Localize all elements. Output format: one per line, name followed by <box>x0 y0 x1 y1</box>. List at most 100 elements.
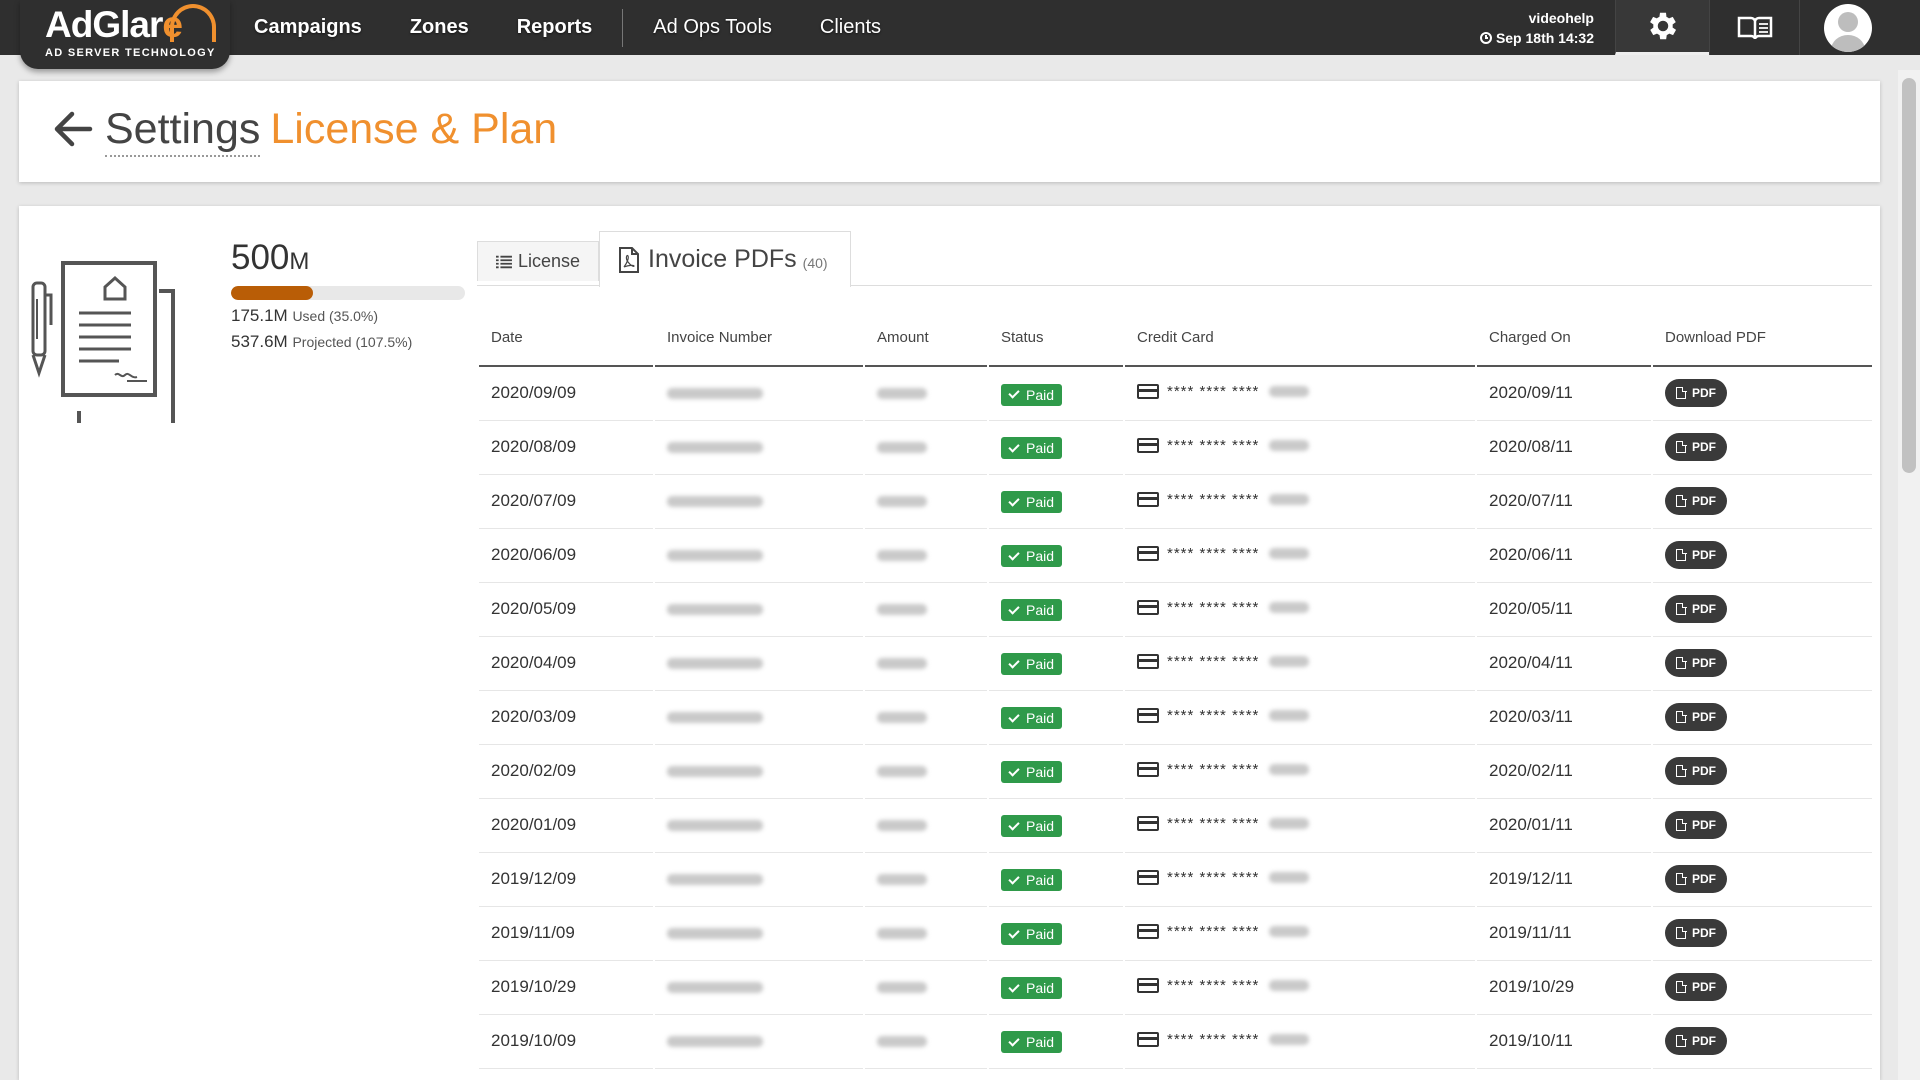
check-icon <box>1008 927 1020 939</box>
settings-tabs: License Invoice PDFs (40) <box>477 231 1872 287</box>
user-menu-button[interactable] <box>1799 0 1895 55</box>
credit-card-cell: **** **** **** <box>1125 420 1475 475</box>
card-mask: **** **** **** <box>1167 868 1260 886</box>
avatar <box>1823 3 1872 52</box>
page-title-license-plan: License & Plan <box>270 105 558 153</box>
check-icon <box>1008 819 1020 831</box>
download-cell: PDF <box>1653 852 1872 907</box>
check-icon <box>1008 765 1020 777</box>
download-pdf-button[interactable]: PDF <box>1665 1027 1727 1055</box>
back-button[interactable] <box>50 106 94 157</box>
download-pdf-button[interactable]: PDF <box>1665 919 1727 947</box>
book-icon <box>1737 16 1772 39</box>
scrollbar-thumb[interactable] <box>1902 78 1916 473</box>
check-icon <box>1008 495 1020 507</box>
card-mask: **** **** **** <box>1167 544 1260 562</box>
download-cell: PDF <box>1653 960 1872 1015</box>
credit-card-cell: **** **** **** <box>1125 690 1475 745</box>
page-title-settings[interactable]: Settings <box>105 105 261 157</box>
file-pdf-icon <box>619 246 639 273</box>
invoice-date: 2019/12/09 <box>479 852 653 907</box>
table-row: 2020/04/09 Paid **** **** **** 2020/04/11 PD… <box>479 636 1872 691</box>
invoice-status: Paid <box>989 906 1123 961</box>
nav-clients[interactable]: Clients <box>796 0 905 55</box>
download-pdf-button[interactable]: PDF <box>1665 487 1727 515</box>
col-credit-card: Credit Card <box>1125 310 1475 367</box>
credit-card-icon <box>1137 869 1159 885</box>
charged-on-date: 2019/12/11 <box>1477 852 1651 907</box>
status-badge: Paid <box>1001 761 1063 784</box>
invoice-date: 2020/06/09 <box>479 528 653 583</box>
invoice-date: 2019/10/29 <box>479 960 653 1015</box>
download-pdf-button[interactable]: PDF <box>1665 379 1727 408</box>
tab-license[interactable]: License <box>477 241 599 281</box>
nav-campaigns[interactable]: Campaigns <box>230 0 386 55</box>
file-icon <box>1676 764 1687 777</box>
download-pdf-button[interactable]: PDF <box>1665 973 1727 1001</box>
card-mask: **** **** **** <box>1167 814 1260 832</box>
nav-ad-ops-tools[interactable]: Ad Ops Tools <box>629 0 796 55</box>
brand-logo[interactable]: AdGlare AD SERVER TECHNOLOGY <box>20 0 230 69</box>
credit-card-cell: **** **** **** <box>1125 474 1475 529</box>
file-icon <box>1676 1034 1687 1047</box>
invoice-status: Paid <box>989 960 1123 1015</box>
download-pdf-button[interactable]: PDF <box>1665 811 1727 839</box>
file-icon <box>1676 926 1687 939</box>
usage-summary: 500M 175.1M Used (35.0%) 537.6M Projecte… <box>231 238 467 352</box>
usage-progress-fill <box>231 286 313 300</box>
settings-button[interactable] <box>1615 0 1709 55</box>
credit-card-icon <box>1137 599 1159 615</box>
table-row: 2020/07/09 Paid **** **** **** 2020/07/11 PD… <box>479 474 1872 529</box>
arrow-left-icon <box>54 111 93 147</box>
documentation-button[interactable] <box>1709 0 1799 55</box>
usage-progress-bar <box>231 286 465 300</box>
tab-invoice-pdfs[interactable]: Invoice PDFs (40) <box>599 231 851 287</box>
file-icon <box>1676 602 1687 615</box>
credit-card-cell: **** **** **** <box>1125 960 1475 1015</box>
credit-card-cell: **** **** **** <box>1125 582 1475 637</box>
nav-reports[interactable]: Reports <box>493 0 617 55</box>
download-pdf-button[interactable]: PDF <box>1665 541 1727 569</box>
credit-card-cell: **** **** **** <box>1125 852 1475 907</box>
invoice-status: Paid <box>989 1014 1123 1069</box>
card-mask: **** **** **** <box>1167 706 1260 724</box>
invoice-date: 2020/02/09 <box>479 744 653 799</box>
charged-on-date: 2020/04/11 <box>1477 636 1651 691</box>
credit-card-icon <box>1137 545 1159 561</box>
invoice-number-redacted <box>655 1014 863 1069</box>
table-row: 2019/10/29 Paid **** **** **** 2019/10/29 PD… <box>479 960 1872 1015</box>
download-pdf-button[interactable]: PDF <box>1665 865 1727 893</box>
charged-on-date: 2020/09/11 <box>1477 366 1651 421</box>
file-icon <box>1676 494 1687 507</box>
card-mask: **** **** **** <box>1167 1030 1260 1048</box>
download-pdf-button[interactable]: PDF <box>1665 595 1727 623</box>
download-cell: PDF <box>1653 366 1872 421</box>
download-pdf-button[interactable]: PDF <box>1665 757 1727 785</box>
invoice-status: Paid <box>989 420 1123 475</box>
invoice-amount-redacted <box>865 798 987 853</box>
status-badge: Paid <box>1001 977 1063 1000</box>
file-icon <box>1676 548 1687 561</box>
download-pdf-button[interactable]: PDF <box>1665 433 1727 461</box>
gear-icon <box>1649 12 1676 40</box>
invoice-status: Paid <box>989 798 1123 853</box>
charged-on-date: 2020/03/11 <box>1477 690 1651 745</box>
status-badge: Paid <box>1001 815 1063 838</box>
invoice-number-redacted <box>655 960 863 1015</box>
download-cell: PDF <box>1653 582 1872 637</box>
invoice-date: 2019/10/09 <box>479 1014 653 1069</box>
table-row: 2020/05/09 Paid **** **** **** 2020/05/11 PD… <box>479 582 1872 637</box>
charged-on-date: 2020/08/11 <box>1477 420 1651 475</box>
file-icon <box>1676 440 1687 453</box>
check-icon <box>1008 603 1020 615</box>
nav-zones[interactable]: Zones <box>386 0 493 55</box>
usage-used: 175.1M Used (35.0%) <box>231 306 379 325</box>
download-pdf-button[interactable]: PDF <box>1665 649 1727 677</box>
page-scrollbar[interactable] <box>1898 70 1920 1080</box>
invoice-date: 2019/11/09 <box>479 906 653 961</box>
table-row: 2020/03/09 Paid **** **** **** 2020/03/11 PD… <box>479 690 1872 745</box>
download-pdf-button[interactable]: PDF <box>1665 703 1727 731</box>
credit-card-icon <box>1137 383 1159 399</box>
status-badge: Paid <box>1001 383 1063 406</box>
credit-card-icon <box>1137 653 1159 669</box>
